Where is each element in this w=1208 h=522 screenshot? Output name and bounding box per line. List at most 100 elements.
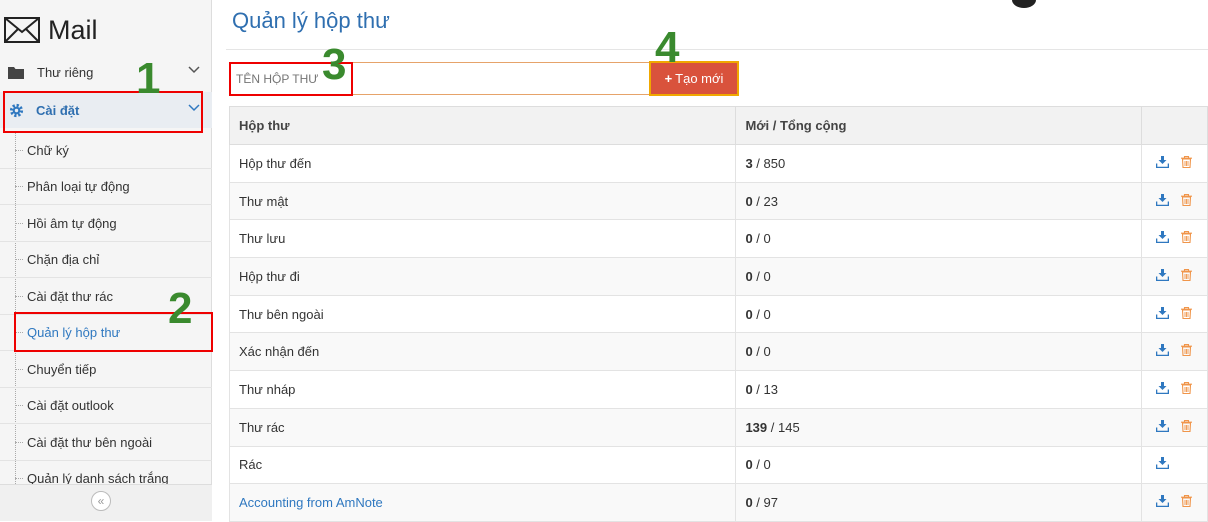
count-separator: / [752,344,764,360]
total-count: 23 [763,193,778,209]
trash-icon[interactable] [1181,382,1192,397]
table-row: Hộp thư đến 3 / 850 [228,144,1208,183]
download-icon[interactable] [1155,155,1170,171]
highlight-box-cai-dat [3,91,203,133]
envelope-icon [4,17,40,43]
new-count: 0 [745,495,753,511]
app-logo[interactable]: Mail [4,10,98,50]
total-count: 850 [763,155,786,171]
count-cell: 0 / 97 [735,483,1142,522]
actions-cell [1141,332,1208,372]
download-icon[interactable] [1155,231,1170,246]
total-count: 0 [763,306,771,322]
new-count: 0 [745,344,753,360]
sidebar-item-phan-loai-tu-dong[interactable]: Phân loại tự động [0,168,212,205]
count-separator: / [752,381,764,397]
sidebar-item-label: Chặn địa chỉ [27,251,100,267]
mailbox-name-cell: Hộp thư đến [228,144,737,183]
sidebar-item-chu-ky[interactable]: Chữ ký [0,132,212,169]
count-separator: / [752,155,764,171]
annotation-number-4: 4 [655,23,680,72]
download-icon[interactable] [1155,193,1170,209]
total-count: 0 [763,268,771,284]
download-icon[interactable] [1155,268,1170,284]
table-row: Thư rác 139 / 145 [228,407,1208,447]
sidebar-item-label: Cài đặt thư rác [27,288,114,304]
count-separator: / [767,419,778,435]
download-icon[interactable] [1155,419,1170,435]
total-count: 97 [763,495,778,511]
sidebar-item-hoi-am-tu-dong[interactable]: Hồi âm tự động [0,205,212,242]
mailbox-name-cell: Thư nháp [228,370,737,409]
mailbox-name-cell: Thư mật [228,181,737,221]
count-cell: 0 / 0 [735,294,1142,334]
count-cell: 3 / 850 [735,144,1142,183]
trash-icon[interactable] [1181,306,1192,322]
mailbox-name-cell: Xác nhận đến [228,332,737,372]
trash-icon[interactable] [1181,193,1192,209]
new-count: 0 [745,381,753,397]
tree-tick [15,405,23,406]
column-header-new-total: Mới / Tổng cộng [735,106,1142,145]
sidebar-item-label: Thư riêng [37,64,94,80]
table-row: Xác nhận đến 0 / 0 [228,332,1208,372]
trash-icon[interactable] [1181,155,1192,171]
mailbox-name-cell: Hộp thư đi [228,257,737,296]
mailbox-name: Thư nháp [239,381,296,397]
plus-icon: + [664,71,673,86]
mailbox-name: Thư mật [239,193,289,209]
collapse-sidebar-button[interactable]: « [91,491,111,511]
table-row: Hộp thư đi 0 / 0 [228,257,1208,296]
count-separator: / [752,457,764,473]
download-icon[interactable] [1155,457,1170,472]
sidebar-item-chan-dia-chi[interactable]: Chặn địa chỉ [0,241,212,278]
tree-tick [15,369,23,370]
download-icon[interactable] [1155,495,1170,510]
download-icon[interactable] [1155,306,1170,322]
trash-icon[interactable] [1181,231,1192,246]
tree-tick [15,186,23,187]
trash-icon[interactable] [1181,495,1192,510]
sidebar-item-label: Chuyển tiếp [27,361,97,377]
new-count: 0 [745,268,753,284]
download-icon[interactable] [1155,381,1170,397]
table-row: Thư bên ngoài 0 / 0 [228,294,1208,334]
count-separator: / [752,495,764,511]
annotation-number-3: 3 [322,40,347,89]
trash-icon[interactable] [1181,268,1192,284]
chevron-down-icon [188,66,200,74]
count-cell: 0 / 0 [735,332,1142,372]
sidebar-item-label: Hồi âm tự động [27,215,117,231]
sidebar-item-cai-dat-thu-ben-ngoai[interactable]: Cài đặt thư bên ngoài [0,424,212,461]
total-count: 0 [763,344,771,360]
table-header-row: Hộp thư Mới / Tổng cộng [228,106,1208,145]
sidebar-item-chuyen-tiep[interactable]: Chuyển tiếp [0,351,212,388]
mailbox-name-link[interactable]: Accounting from AmNote [239,495,383,510]
sidebar-item-thu-rieng[interactable]: Thư riêng [0,54,212,90]
column-header-actions [1141,106,1208,145]
count-separator: / [752,231,764,247]
trash-icon[interactable] [1181,344,1192,359]
table-row: Thư nháp 0 / 13 [228,370,1208,409]
app-logo-text: Mail [48,14,98,45]
create-button-label: Tạo mới [675,71,724,86]
actions-cell [1141,294,1208,334]
sidebar-item-label: Cài đặt outlook [27,397,114,413]
actions-cell [1141,257,1208,296]
total-count: 0 [763,457,771,473]
trash-icon[interactable] [1181,419,1192,435]
mailbox-name: Hộp thư đi [239,268,300,284]
count-separator: / [752,268,764,284]
mailbox-name-cell: Rác [228,445,737,485]
sidebar-item-cai-dat-outlook[interactable]: Cài đặt outlook [0,387,212,424]
download-icon[interactable] [1155,344,1170,359]
tree-tick [15,259,23,260]
total-count: 145 [778,419,800,435]
mailbox-name: Thư rác [239,419,285,435]
circle-icon [1012,0,1036,8]
table-row: Thư mật 0 / 23 [228,181,1208,221]
table-row: Rác 0 / 0 [228,445,1208,485]
count-separator: / [752,193,764,209]
actions-cell [1141,219,1208,259]
actions-cell [1141,144,1208,183]
